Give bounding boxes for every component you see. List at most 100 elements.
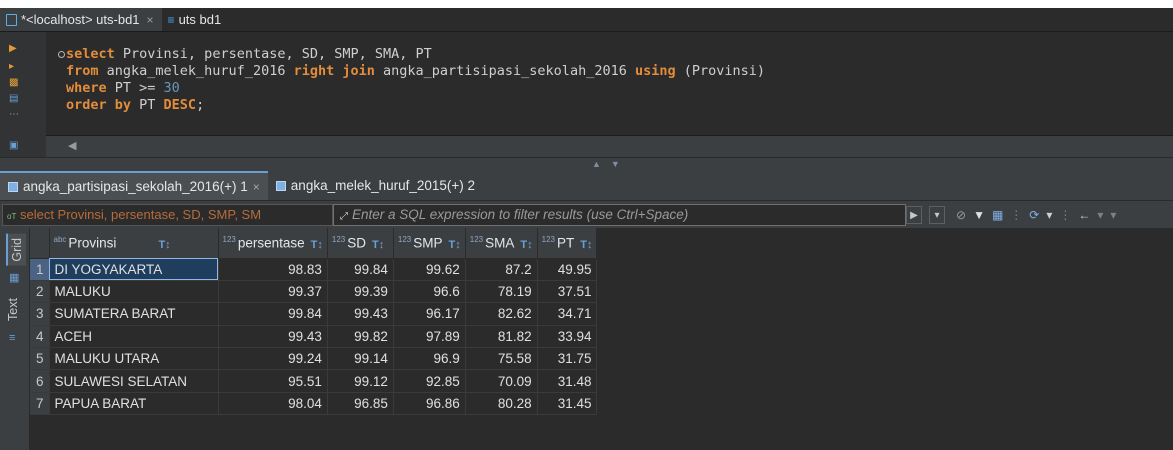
- sql-editor[interactable]: ▶ ▸ ▩ ▤ ⋯ select Provinsi, persentase, S…: [0, 32, 1173, 135]
- table-row[interactable]: 6 SULAWESI SELATAN 95.51 99.12 92.85 70.09 31.…: [30, 369, 598, 393]
- cell-persentase[interactable]: 99.84: [218, 302, 328, 326]
- cell-provinsi[interactable]: DI YOGYAKARTA: [49, 258, 219, 281]
- panel-splitter[interactable]: ▲▼: [0, 157, 1173, 171]
- sort-icon[interactable]: T↕: [580, 239, 592, 251]
- refresh-menu-icon[interactable]: ▾: [1046, 208, 1052, 222]
- cell-pt[interactable]: 49.95: [537, 258, 598, 281]
- table-row[interactable]: 1 DI YOGYAKARTA 98.83 99.84 99.62 87.2 49.95: [30, 258, 598, 281]
- column-header-smp[interactable]: 123 SMP T↕: [393, 228, 466, 259]
- tab-uts-bd1[interactable]: ≡ uts bd1: [162, 8, 230, 31]
- cell-smp[interactable]: 96.86: [393, 392, 466, 416]
- editor-horizontal-scrollbar[interactable]: ◀: [46, 135, 1173, 157]
- sort-icon[interactable]: T↕: [520, 239, 532, 251]
- cell-persentase[interactable]: 98.83: [218, 258, 328, 281]
- expand-icon[interactable]: ⤢: [340, 211, 348, 222]
- refresh-icon[interactable]: ⟳: [1029, 208, 1039, 222]
- row-number[interactable]: 5: [30, 347, 50, 371]
- table-row[interactable]: 3 SUMATERA BARAT 99.84 99.43 96.17 82.62 34.71: [30, 302, 598, 326]
- cell-sma[interactable]: 87.2: [465, 258, 538, 281]
- cell-sd[interactable]: 99.12: [327, 369, 394, 393]
- column-header-provinsi[interactable]: abc Provinsi T↕: [49, 228, 219, 259]
- table-row[interactable]: 4 ACEH 99.43 99.82 97.89 81.82 33.94: [30, 325, 598, 349]
- cell-provinsi[interactable]: PAPUA BARAT: [49, 392, 219, 416]
- more-tools-icon[interactable]: ⋯: [9, 110, 21, 120]
- cell-persentase[interactable]: 95.51: [218, 369, 328, 393]
- sort-icon[interactable]: T↕: [372, 239, 384, 251]
- execute-statement-icon[interactable]: ▶: [9, 44, 21, 54]
- cell-smp[interactable]: 96.17: [393, 302, 466, 326]
- explain-plan-icon[interactable]: ▩: [9, 78, 21, 88]
- cell-smp[interactable]: 96.6: [393, 280, 466, 304]
- column-header-sma[interactable]: 123 SMA T↕: [465, 228, 538, 259]
- cell-pt[interactable]: 37.51: [537, 280, 598, 304]
- cell-provinsi[interactable]: SUMATERA BARAT: [49, 302, 219, 326]
- cell-provinsi[interactable]: ACEH: [49, 325, 219, 349]
- splitter-grip-icon[interactable]: ▲▼: [592, 159, 630, 169]
- clear-filter-icon[interactable]: ⊘: [956, 208, 966, 222]
- load-plan-icon[interactable]: ▤: [9, 94, 21, 104]
- text-view-icon[interactable]: ≡: [9, 332, 21, 344]
- table-row[interactable]: 2 MALUKU 99.37 99.39 96.6 78.19 37.51: [30, 280, 598, 304]
- sort-icon[interactable]: T↕: [158, 239, 170, 251]
- cell-smp[interactable]: 97.89: [393, 325, 466, 349]
- cell-provinsi[interactable]: MALUKU UTARA: [49, 347, 219, 371]
- sql-code[interactable]: select Provinsi, persentase, SD, SMP, SM…: [66, 46, 765, 114]
- cell-sma[interactable]: 78.19: [465, 280, 538, 304]
- cell-smp[interactable]: 92.85: [393, 369, 466, 393]
- cell-sd[interactable]: 99.43: [327, 302, 394, 326]
- navigate-menu-icon[interactable]: ▾: [1097, 208, 1103, 222]
- row-number[interactable]: 4: [30, 325, 50, 349]
- cell-sma[interactable]: 81.82: [465, 325, 538, 349]
- cell-sma[interactable]: 70.09: [465, 369, 538, 393]
- cell-sma[interactable]: 82.62: [465, 302, 538, 326]
- cell-provinsi[interactable]: MALUKU: [49, 280, 219, 304]
- terminal-icon[interactable]: ▣: [9, 141, 21, 151]
- panels-icon[interactable]: ▦: [992, 208, 1003, 222]
- column-header-persentase[interactable]: 123 persentase T↕: [218, 228, 328, 259]
- cell-pt[interactable]: 31.45: [537, 392, 598, 416]
- cell-pt[interactable]: 31.75: [537, 347, 598, 371]
- table-row[interactable]: 7 PAPUA BARAT 98.04 96.85 96.86 80.28 31.45: [30, 392, 598, 416]
- cell-sd[interactable]: 99.82: [327, 325, 394, 349]
- tab-result-2[interactable]: angka_melek_huruf_2015(+) 2: [268, 171, 483, 200]
- cell-sma[interactable]: 80.28: [465, 392, 538, 416]
- cell-smp[interactable]: 96.9: [393, 347, 466, 371]
- tab-grid[interactable]: Grid: [6, 234, 26, 266]
- filter-funnel-icon[interactable]: ▼: [973, 208, 985, 222]
- cell-smp[interactable]: 99.62: [393, 258, 466, 281]
- cell-sd[interactable]: 99.39: [327, 280, 394, 304]
- column-header-sd[interactable]: 123 SD T↕: [327, 228, 394, 259]
- tab-text[interactable]: Text: [6, 298, 20, 321]
- query-preview[interactable]: oT select Provinsi, persentase, SD, SMP,…: [2, 204, 333, 226]
- cell-persentase[interactable]: 99.43: [218, 325, 328, 349]
- cell-sma[interactable]: 75.58: [465, 347, 538, 371]
- row-number[interactable]: 6: [30, 369, 50, 393]
- tab-result-1[interactable]: angka_partisipasi_sekolah_2016(+) 1 ×: [0, 171, 268, 200]
- table-row[interactable]: 5 MALUKU UTARA 99.24 99.14 96.9 75.58 31.75: [30, 347, 598, 371]
- navigate-back-icon[interactable]: ←: [1078, 208, 1090, 222]
- column-header-pt[interactable]: 123 PT T↕: [537, 228, 598, 259]
- scroll-left-icon[interactable]: ◀: [68, 139, 76, 152]
- execute-script-icon[interactable]: ▸: [9, 62, 21, 72]
- cell-sd[interactable]: 99.84: [327, 258, 394, 281]
- more-icon[interactable]: ▾: [1110, 208, 1116, 222]
- cell-pt[interactable]: 33.94: [537, 325, 598, 349]
- grid-view-icon[interactable]: ▦: [9, 272, 21, 284]
- cell-sd[interactable]: 99.14: [327, 347, 394, 371]
- cell-persentase[interactable]: 98.04: [218, 392, 328, 416]
- sort-icon[interactable]: T↕: [311, 239, 323, 251]
- filter-input[interactable]: ⤢ Enter a SQL expression to filter result…: [333, 204, 906, 226]
- filter-history-icon[interactable]: ▾: [929, 206, 945, 224]
- row-number[interactable]: 1: [30, 258, 50, 281]
- row-number[interactable]: 3: [30, 302, 50, 326]
- close-tab-icon[interactable]: ×: [253, 180, 260, 194]
- row-number[interactable]: 2: [30, 280, 50, 304]
- cell-pt[interactable]: 34.71: [537, 302, 598, 326]
- row-number[interactable]: 7: [30, 392, 50, 416]
- tab-localhost-uts-bd1[interactable]: *<localhost> uts-bd1 ×: [0, 8, 162, 31]
- close-tab-icon[interactable]: ×: [147, 13, 154, 27]
- cell-persentase[interactable]: 99.37: [218, 280, 328, 304]
- cell-provinsi[interactable]: SULAWESI SELATAN: [49, 369, 219, 393]
- cell-persentase[interactable]: 99.24: [218, 347, 328, 371]
- apply-filter-icon[interactable]: ▶: [906, 206, 922, 224]
